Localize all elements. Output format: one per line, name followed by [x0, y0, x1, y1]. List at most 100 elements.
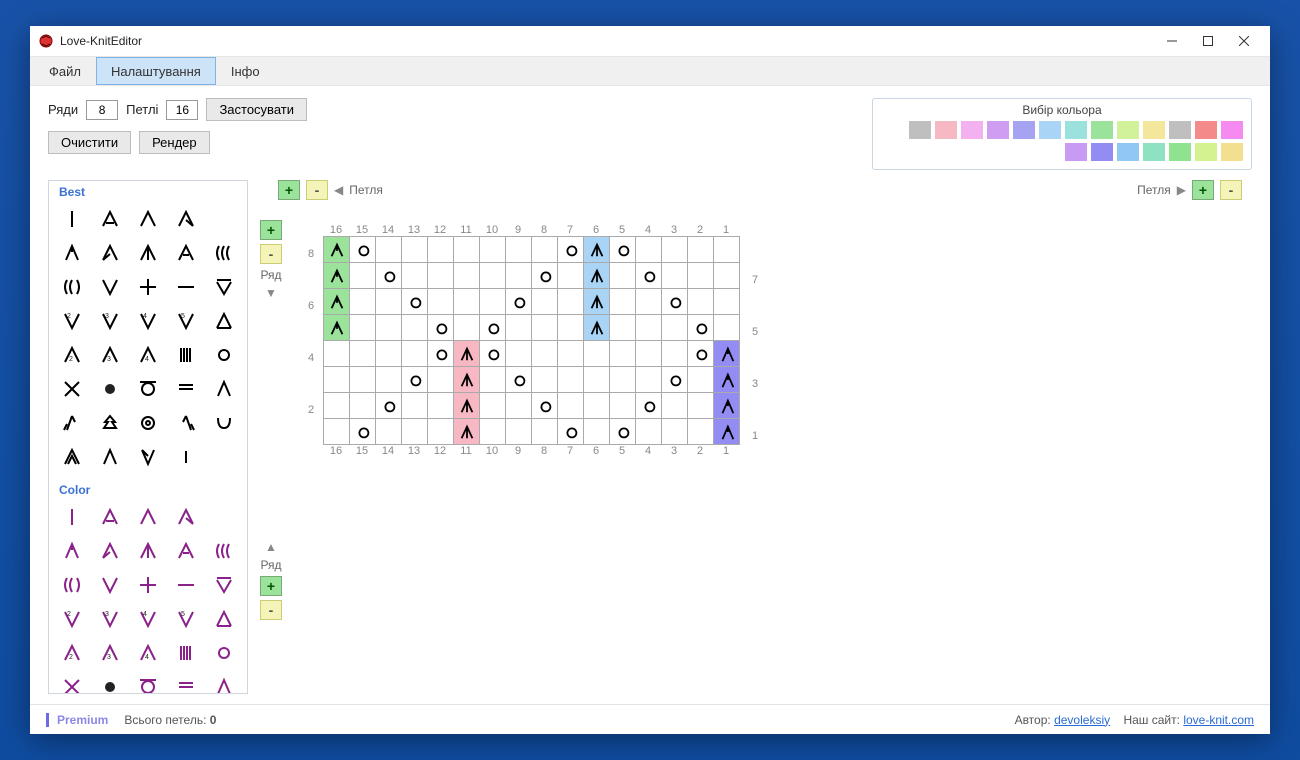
stitch-circle[interactable] [205, 341, 243, 369]
grid-cell[interactable] [558, 341, 584, 367]
grid-cell[interactable] [350, 419, 376, 445]
grid-cell[interactable] [662, 419, 688, 445]
grid-cell[interactable] [428, 367, 454, 393]
grid-cell[interactable] [376, 237, 402, 263]
stitch-vee2[interactable] [53, 307, 91, 335]
stitch-up2[interactable] [129, 239, 167, 267]
remove-loop-right-button[interactable]: - [1220, 180, 1242, 200]
grid-cell[interactable] [428, 315, 454, 341]
grid-cell[interactable] [662, 263, 688, 289]
grid-cell[interactable] [636, 315, 662, 341]
grid-cell[interactable] [480, 315, 506, 341]
grid-cell[interactable] [714, 237, 740, 263]
grid-cell[interactable] [662, 341, 688, 367]
grid-cell[interactable] [688, 289, 714, 315]
grid-cell[interactable] [454, 367, 480, 393]
grid-cell[interactable] [610, 263, 636, 289]
color-swatch[interactable] [961, 121, 983, 139]
stitch-up[interactable] [129, 205, 167, 233]
grid-cell[interactable] [402, 341, 428, 367]
grid-cell[interactable] [610, 341, 636, 367]
grid-cell[interactable] [402, 367, 428, 393]
grid-cell[interactable] [662, 393, 688, 419]
remove-row-top-button[interactable]: - [260, 244, 282, 264]
grid-cell[interactable] [714, 393, 740, 419]
grid-cell[interactable] [688, 263, 714, 289]
stitch-plus[interactable] [129, 571, 167, 599]
grid-cell[interactable] [324, 237, 350, 263]
color-swatch[interactable] [1039, 121, 1061, 139]
grid-cell[interactable] [714, 315, 740, 341]
grid-cell[interactable] [480, 341, 506, 367]
grid-cell[interactable] [532, 237, 558, 263]
grid-cell[interactable] [688, 367, 714, 393]
maximize-button[interactable] [1190, 27, 1226, 55]
stitch-ocirc[interactable] [129, 375, 167, 403]
clear-button[interactable]: Очистити [48, 131, 131, 154]
stitch-plus[interactable] [129, 273, 167, 301]
grid-cell[interactable] [688, 419, 714, 445]
author-link[interactable]: devoleksiy [1054, 713, 1110, 727]
stitch-lambda[interactable] [53, 537, 91, 565]
stitch-veeU[interactable] [205, 571, 243, 599]
stitch-arrowL[interactable] [53, 409, 91, 437]
stitch-vee5[interactable] [167, 605, 205, 633]
stitch-ocirc2[interactable] [129, 409, 167, 437]
grid-cell[interactable] [454, 289, 480, 315]
color-swatch[interactable] [1091, 121, 1113, 139]
grid-cell[interactable] [350, 341, 376, 367]
color-swatch[interactable] [1117, 143, 1139, 161]
stitch-empty[interactable] [205, 503, 243, 531]
grid-cell[interactable] [402, 315, 428, 341]
grid-cell[interactable] [636, 341, 662, 367]
color-swatch[interactable] [909, 121, 931, 139]
apply-button[interactable]: Застосувати [206, 98, 307, 121]
color-swatch[interactable] [987, 121, 1009, 139]
color-swatch[interactable] [1091, 143, 1113, 161]
stitch-veeU[interactable] [205, 273, 243, 301]
render-button[interactable]: Рендер [139, 131, 210, 154]
stitch-coil[interactable] [205, 239, 243, 267]
stitch-hooks[interactable] [205, 409, 243, 437]
color-swatch[interactable] [1143, 143, 1165, 161]
stitch-vbar[interactable] [53, 205, 91, 233]
grid-cell[interactable] [506, 237, 532, 263]
stitch-circle[interactable] [205, 639, 243, 667]
grid-cell[interactable] [636, 289, 662, 315]
grid-cell[interactable] [454, 315, 480, 341]
stitch-empty2[interactable] [205, 443, 243, 471]
stitch-triS[interactable] [167, 239, 205, 267]
stitch-triR[interactable] [167, 503, 205, 531]
stitch-lamR[interactable] [205, 375, 243, 403]
grid-cell[interactable] [714, 263, 740, 289]
grid-cell[interactable] [376, 367, 402, 393]
grid-cell[interactable] [428, 289, 454, 315]
grid-cell[interactable] [324, 393, 350, 419]
add-row-top-button[interactable]: + [260, 220, 282, 240]
stitch-vee4[interactable] [129, 605, 167, 633]
grid-cell[interactable] [506, 367, 532, 393]
grid-cell[interactable] [714, 289, 740, 315]
color-swatch[interactable] [1065, 143, 1087, 161]
color-swatch[interactable] [1013, 121, 1035, 139]
grid-cell[interactable] [454, 237, 480, 263]
stitch-triL[interactable] [91, 537, 129, 565]
grid-cell[interactable] [558, 393, 584, 419]
grid-cell[interactable] [350, 289, 376, 315]
grid-cell[interactable] [428, 341, 454, 367]
grid-cell[interactable] [350, 315, 376, 341]
grid-cell[interactable] [506, 419, 532, 445]
grid-cell[interactable] [506, 263, 532, 289]
grid-cell[interactable] [428, 393, 454, 419]
grid-cell[interactable] [324, 419, 350, 445]
stitch-vee2[interactable] [53, 605, 91, 633]
stitch-vee4[interactable] [129, 307, 167, 335]
stitch-pine[interactable] [91, 409, 129, 437]
cols-input[interactable] [166, 100, 198, 120]
grid-cell[interactable] [636, 237, 662, 263]
grid-cell[interactable] [662, 289, 688, 315]
grid-cell[interactable] [480, 393, 506, 419]
stitch-tri3u[interactable] [91, 639, 129, 667]
grid-cell[interactable] [610, 393, 636, 419]
stitch-hbar[interactable] [167, 571, 205, 599]
